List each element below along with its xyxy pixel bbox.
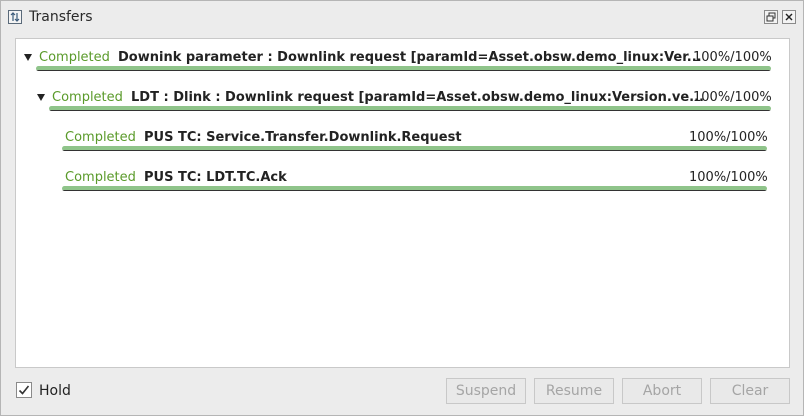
transfer-status: Completed <box>65 130 136 145</box>
transfer-status: Completed <box>65 170 136 185</box>
window-title: Transfers <box>29 9 93 25</box>
transfer-name: LDT : Dlink : Downlink request [paramId=… <box>131 90 704 105</box>
progress-bar-fill <box>62 146 767 151</box>
suspend-button[interactable]: Suspend <box>446 378 526 404</box>
transfers-window: Transfers Completed Downink parameter : … <box>0 0 804 416</box>
expand-arrow-icon[interactable] <box>24 54 32 61</box>
transfer-status: Completed <box>39 50 110 65</box>
transfers-icon <box>8 10 22 24</box>
transfer-progress-text: 100%/100% <box>693 50 772 65</box>
progress-bar-fill <box>49 106 771 111</box>
transfer-row[interactable]: Completed LDT : Dlink : Downlink request… <box>16 88 791 112</box>
transfer-status: Completed <box>52 90 123 105</box>
abort-button[interactable]: Abort <box>622 378 702 404</box>
hold-label: Hold <box>39 383 71 399</box>
progress-bar <box>62 146 767 151</box>
progress-bar <box>36 66 771 71</box>
transfer-name: Downink parameter : Downlink request [pa… <box>118 50 702 65</box>
restore-icon[interactable] <box>764 10 778 24</box>
transfer-row[interactable]: Completed PUS TC: Service.Transfer.Downl… <box>16 128 791 152</box>
transfer-row[interactable]: Completed Downink parameter : Downlink r… <box>16 48 791 72</box>
progress-bar <box>62 186 767 191</box>
title-bar: Transfers <box>1 1 803 33</box>
progress-bar <box>49 106 771 111</box>
progress-bar-fill <box>62 186 767 191</box>
transfer-progress-text: 100%/100% <box>689 170 768 185</box>
transfers-list: Completed Downink parameter : Downlink r… <box>15 38 790 368</box>
resume-button[interactable]: Resume <box>534 378 614 404</box>
clear-button[interactable]: Clear <box>710 378 790 404</box>
checkmark-icon <box>18 385 30 395</box>
progress-bar-fill <box>36 66 771 71</box>
hold-checkbox[interactable] <box>16 382 32 398</box>
transfer-row[interactable]: Completed PUS TC: LDT.TC.Ack 100%/100% <box>16 168 791 192</box>
transfer-name: PUS TC: LDT.TC.Ack <box>144 170 287 185</box>
close-icon[interactable] <box>782 10 796 24</box>
expand-arrow-icon[interactable] <box>37 94 45 101</box>
transfer-name: PUS TC: Service.Transfer.Downlink.Reques… <box>144 130 462 145</box>
transfer-progress-text: 100%/100% <box>693 90 772 105</box>
transfer-progress-text: 100%/100% <box>689 130 768 145</box>
